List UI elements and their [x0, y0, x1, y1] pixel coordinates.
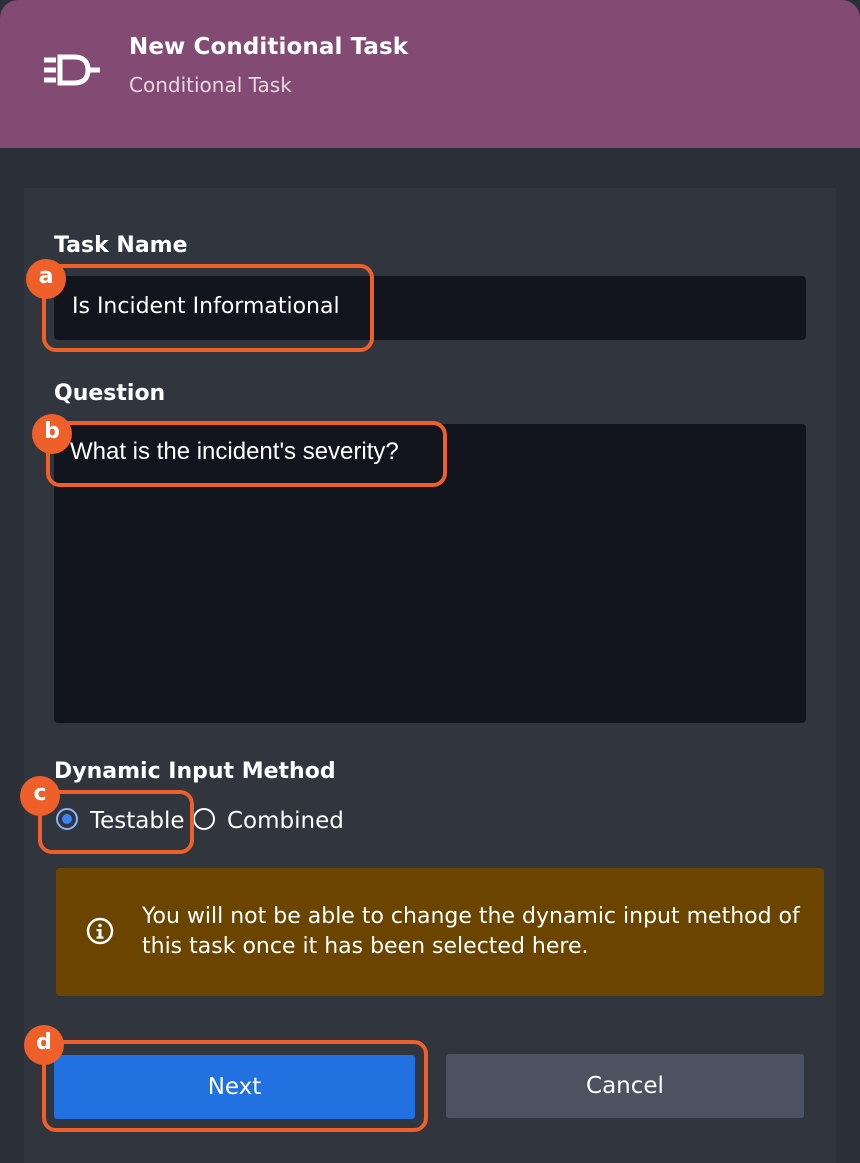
info-icon	[86, 917, 114, 945]
task-name-input[interactable]: Is Incident Informational	[54, 276, 806, 340]
radio-combined[interactable]	[193, 808, 215, 830]
callout-c-badge: c	[20, 776, 60, 816]
question-label: Question	[54, 381, 166, 406]
task-name-label: Task Name	[54, 233, 188, 258]
dialog-header: New Conditional Task Conditional Task	[0, 0, 860, 148]
callout-a-badge: a	[26, 259, 66, 299]
warning-notice: You will not be able to change the dynam…	[56, 868, 824, 996]
question-value: What is the incident's severity?	[70, 438, 399, 465]
radio-testable-label[interactable]: Testable	[90, 808, 185, 834]
dynamic-input-method-label: Dynamic Input Method	[54, 759, 336, 784]
dialog-subtitle: Conditional Task	[129, 73, 292, 97]
next-button[interactable]: Next	[54, 1055, 415, 1119]
callout-b-badge: b	[32, 414, 72, 454]
task-name-value: Is Incident Informational	[72, 294, 340, 319]
callout-d-badge: d	[24, 1025, 64, 1065]
notice-text: You will not be able to change the dynam…	[142, 904, 800, 959]
radio-combined-label[interactable]: Combined	[227, 808, 344, 834]
radio-testable[interactable]	[56, 808, 78, 830]
cancel-button[interactable]: Cancel	[446, 1054, 804, 1118]
question-textarea[interactable]: What is the incident's severity?	[54, 424, 806, 723]
dialog-title: New Conditional Task	[129, 34, 409, 60]
conditional-task-icon	[44, 54, 100, 86]
